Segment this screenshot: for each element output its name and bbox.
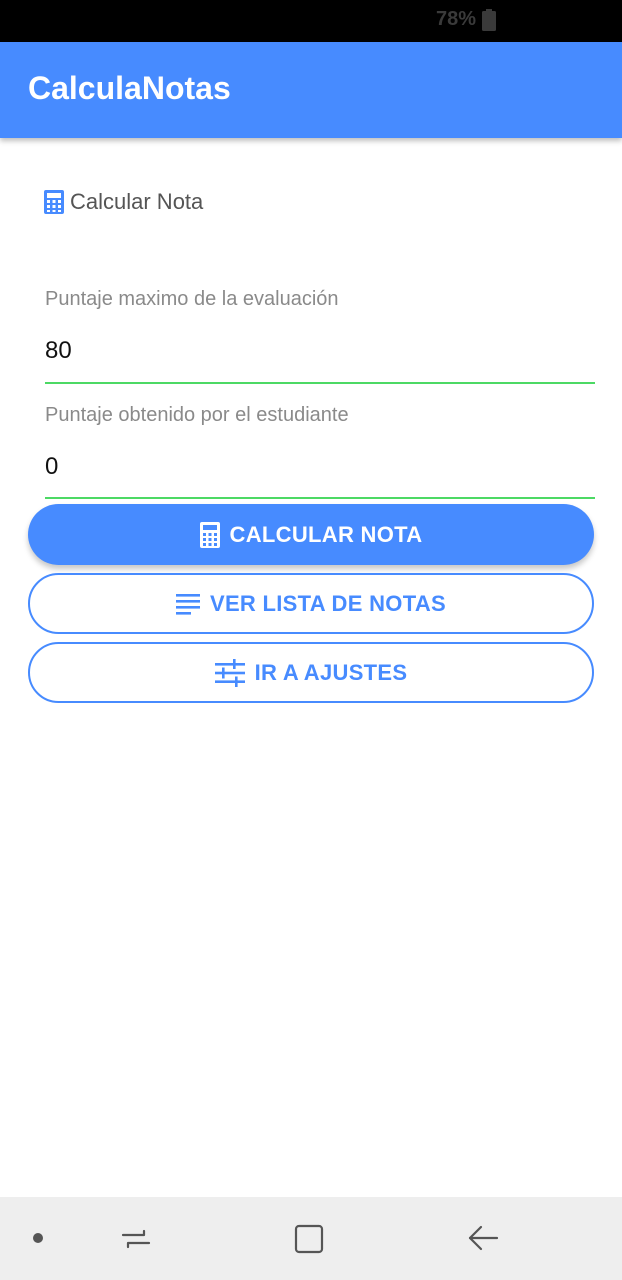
calculator-icon xyxy=(44,190,64,214)
view-list-button[interactable]: VER LISTA DE NOTAS xyxy=(28,573,594,634)
settings-button[interactable]: IR A AJUSTES xyxy=(28,642,594,703)
recent-apps-icon[interactable] xyxy=(120,1223,152,1255)
settings-button-label: IR A AJUSTES xyxy=(254,659,408,685)
app-bar: CalculaNotas xyxy=(0,42,622,138)
dot-icon[interactable] xyxy=(33,1233,43,1243)
battery-icon xyxy=(482,9,496,31)
calculate-button-label: CALCULAR NOTA xyxy=(229,521,423,547)
max-score-input[interactable] xyxy=(45,331,595,371)
system-nav-bar xyxy=(0,1197,622,1280)
app-title: CalculaNotas xyxy=(28,70,231,106)
obtained-score-input[interactable] xyxy=(45,447,595,487)
sliders-icon xyxy=(214,658,245,687)
max-score-label: Puntaje maximo de la evaluación xyxy=(45,288,339,310)
obtained-score-underline xyxy=(45,497,595,499)
view-list-button-label: VER LISTA DE NOTAS xyxy=(209,590,446,616)
battery-percentage: 78% xyxy=(435,8,476,30)
list-icon xyxy=(175,593,200,615)
status-bar: 78% xyxy=(0,0,622,42)
calculator-icon xyxy=(199,521,220,548)
calculate-button[interactable]: CALCULAR NOTA xyxy=(28,504,594,565)
back-icon[interactable] xyxy=(467,1223,499,1255)
obtained-score-field: Puntaje obtenido por el estudiante xyxy=(45,404,595,499)
section-title: Calcular Nota xyxy=(70,189,204,214)
home-icon[interactable] xyxy=(293,1223,325,1255)
section-header: Calcular Nota xyxy=(44,186,203,218)
max-score-underline xyxy=(45,382,595,384)
obtained-score-label: Puntaje obtenido por el estudiante xyxy=(45,404,349,426)
max-score-field: Puntaje maximo de la evaluación xyxy=(45,288,595,384)
